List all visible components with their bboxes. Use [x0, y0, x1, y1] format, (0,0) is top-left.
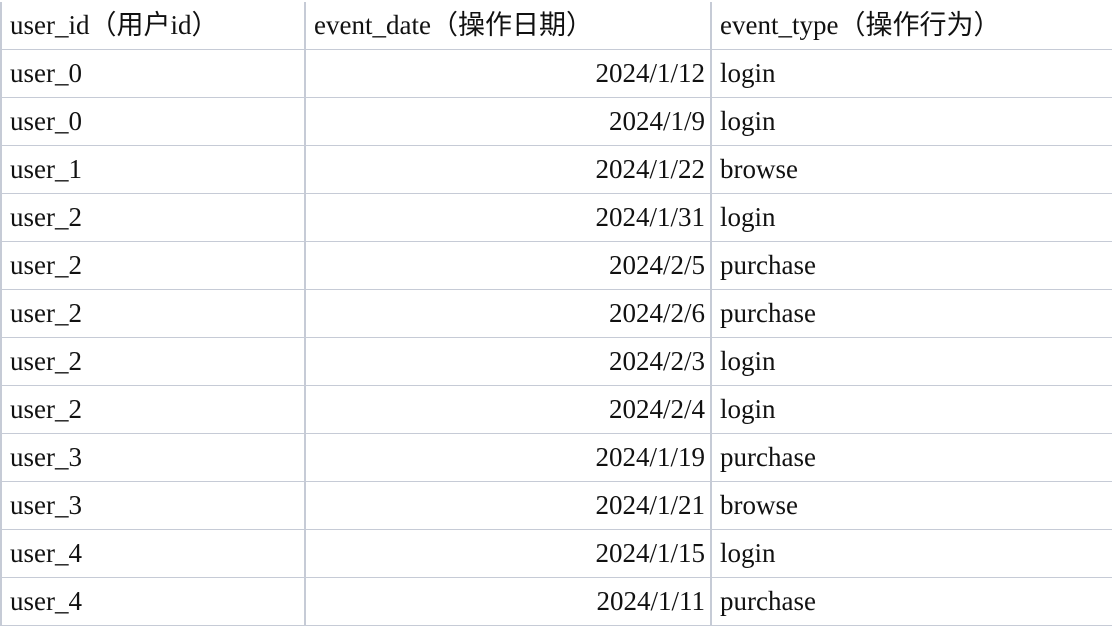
cell-event-type[interactable]: browse	[710, 481, 1112, 530]
table-row: user_2 2024/2/3 login	[0, 337, 1112, 386]
header-cell-event-type[interactable]: event_type（操作行为）	[710, 2, 1112, 50]
cell-event-date[interactable]: 2024/1/15	[304, 529, 712, 578]
header-cell-user-id[interactable]: user_id（用户id）	[0, 2, 306, 50]
table-row: user_0 2024/1/12 login	[0, 49, 1112, 98]
cell-event-date[interactable]: 2024/1/31	[304, 193, 712, 242]
spreadsheet-table: user_id（用户id） event_date（操作日期） event_typ…	[0, 2, 1112, 626]
cell-event-type[interactable]: purchase	[710, 577, 1112, 626]
cell-user-id[interactable]: user_2	[0, 385, 306, 434]
cell-event-date[interactable]: 2024/1/19	[304, 433, 712, 482]
table-row: user_0 2024/1/9 login	[0, 97, 1112, 146]
cell-event-type[interactable]: browse	[710, 145, 1112, 194]
table-row: user_2 2024/2/6 purchase	[0, 289, 1112, 338]
cell-event-type[interactable]: login	[710, 193, 1112, 242]
cell-user-id[interactable]: user_2	[0, 241, 306, 290]
cell-user-id[interactable]: user_2	[0, 289, 306, 338]
cell-event-date[interactable]: 2024/2/6	[304, 289, 712, 338]
table-row: user_1 2024/1/22 browse	[0, 145, 1112, 194]
cell-user-id[interactable]: user_1	[0, 145, 306, 194]
table-body: user_id（用户id） event_date（操作日期） event_typ…	[0, 2, 1112, 626]
cell-event-type[interactable]: login	[710, 49, 1112, 98]
cell-user-id[interactable]: user_2	[0, 337, 306, 386]
table-row: user_2 2024/1/31 login	[0, 193, 1112, 242]
cell-user-id[interactable]: user_3	[0, 481, 306, 530]
cell-event-date[interactable]: 2024/1/9	[304, 97, 712, 146]
header-row: user_id（用户id） event_date（操作日期） event_typ…	[0, 2, 1112, 50]
cell-user-id[interactable]: user_4	[0, 577, 306, 626]
cell-user-id[interactable]: user_0	[0, 49, 306, 98]
cell-event-type[interactable]: purchase	[710, 433, 1112, 482]
cell-user-id[interactable]: user_4	[0, 529, 306, 578]
cell-event-date[interactable]: 2024/1/12	[304, 49, 712, 98]
cell-event-type[interactable]: login	[710, 385, 1112, 434]
cell-user-id[interactable]: user_2	[0, 193, 306, 242]
table-row: user_4 2024/1/11 purchase	[0, 577, 1112, 626]
cell-event-type[interactable]: purchase	[710, 289, 1112, 338]
cell-event-type[interactable]: login	[710, 97, 1112, 146]
table-row: user_3 2024/1/19 purchase	[0, 433, 1112, 482]
cell-event-type[interactable]: purchase	[710, 241, 1112, 290]
cell-event-type[interactable]: login	[710, 529, 1112, 578]
cell-user-id[interactable]: user_3	[0, 433, 306, 482]
cell-user-id[interactable]: user_0	[0, 97, 306, 146]
cell-event-date[interactable]: 2024/1/21	[304, 481, 712, 530]
cell-event-date[interactable]: 2024/2/4	[304, 385, 712, 434]
cell-event-type[interactable]: login	[710, 337, 1112, 386]
cell-event-date[interactable]: 2024/1/22	[304, 145, 712, 194]
table-row: user_2 2024/2/4 login	[0, 385, 1112, 434]
table-row: user_4 2024/1/15 login	[0, 529, 1112, 578]
cell-event-date[interactable]: 2024/1/11	[304, 577, 712, 626]
header-cell-event-date[interactable]: event_date（操作日期）	[304, 2, 712, 50]
table-row: user_2 2024/2/5 purchase	[0, 241, 1112, 290]
cell-event-date[interactable]: 2024/2/3	[304, 337, 712, 386]
cell-event-date[interactable]: 2024/2/5	[304, 241, 712, 290]
table-row: user_3 2024/1/21 browse	[0, 481, 1112, 530]
